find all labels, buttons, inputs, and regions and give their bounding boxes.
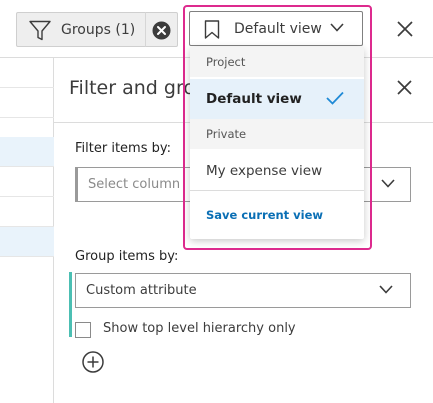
item-list-strip — [0, 58, 54, 403]
add-circle-icon[interactable] — [81, 350, 105, 374]
list-row[interactable] — [0, 58, 54, 88]
top-level-hierarchy-label: Show top level hierarchy only — [103, 321, 296, 336]
menu-group-header: Project — [190, 47, 364, 77]
list-row[interactable] — [0, 88, 54, 118]
menu-group-label: Private — [206, 127, 247, 141]
group-attribute-select[interactable]: Custom attribute — [75, 273, 411, 308]
close-icon[interactable] — [396, 79, 413, 96]
filter-column-placeholder: Select column — [88, 177, 181, 192]
filter-items-label: Filter items by: — [75, 141, 171, 156]
view-dropdown-menu: Project Default view Private My expense … — [190, 47, 364, 239]
clear-groups-button[interactable] — [145, 12, 178, 47]
menu-item-label: My expense view — [206, 163, 323, 179]
close-icon[interactable] — [395, 19, 415, 39]
group-attribute-value: Custom attribute — [86, 283, 197, 298]
checkmark-icon — [326, 91, 344, 105]
chevron-down-icon — [381, 179, 395, 188]
chevron-down-icon — [379, 285, 393, 294]
list-row-selected[interactable] — [0, 227, 54, 257]
group-items-label: Group items by: — [75, 249, 179, 264]
menu-item-my-expense-view[interactable]: My expense view — [190, 151, 364, 191]
menu-group-label: Project — [206, 55, 246, 69]
group-accent-bar — [69, 272, 72, 337]
list-row[interactable] — [0, 167, 54, 197]
top-level-hierarchy-checkbox[interactable] — [75, 322, 91, 338]
groups-filter-button[interactable]: Groups (1) — [16, 12, 146, 47]
clear-filter-icon — [152, 21, 171, 40]
menu-divider — [190, 190, 364, 191]
menu-item-default-view[interactable]: Default view — [190, 79, 364, 119]
list-row-selected[interactable] — [0, 137, 54, 167]
panel-title: Filter and gro — [69, 77, 195, 99]
funnel-icon — [29, 20, 51, 41]
list-row[interactable] — [0, 197, 54, 227]
menu-item-label: Default view — [206, 91, 302, 107]
groups-filter-label: Groups (1) — [61, 22, 136, 38]
save-current-view-link[interactable]: Save current view — [206, 208, 323, 222]
menu-group-header: Private — [190, 119, 364, 149]
